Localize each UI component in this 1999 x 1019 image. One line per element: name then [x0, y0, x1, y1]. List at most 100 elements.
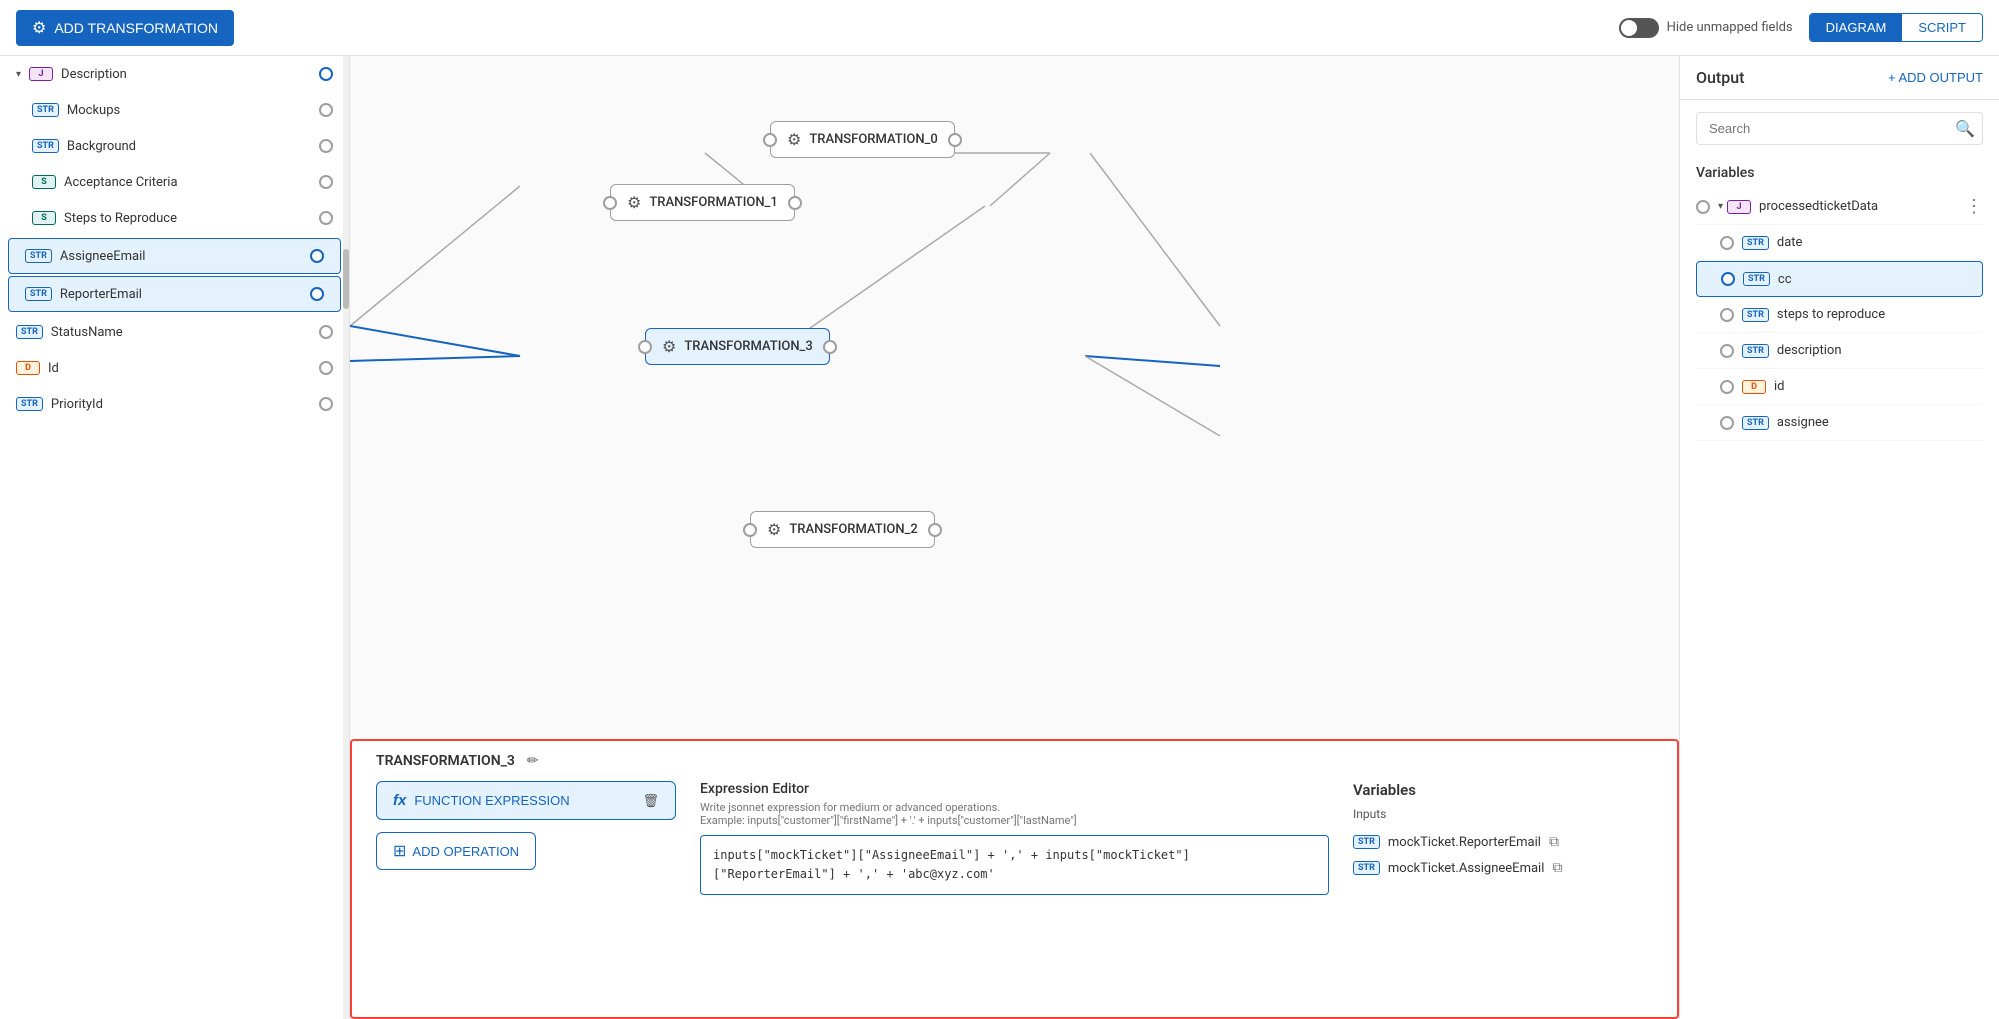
expand-arrow-description[interactable]: ▾	[16, 69, 21, 80]
var-port-assignee[interactable]	[1720, 416, 1734, 430]
field-port-description[interactable]	[319, 67, 333, 81]
var-item-processedticketdata[interactable]: ▾ J processedticketData ⋮	[1696, 189, 1983, 225]
view-tabs: DIAGRAM SCRIPT	[1809, 13, 1983, 42]
search-input[interactable]	[1696, 112, 1983, 145]
expression-editor[interactable]: inputs["mockTicket"]["AssigneeEmail"] + …	[700, 835, 1329, 895]
type-badge-s-str: S	[32, 211, 56, 225]
var-label-description: description	[1777, 343, 1842, 358]
expression-section: Expression Editor Write jsonnet expressi…	[700, 781, 1329, 993]
field-item-acceptance-criteria[interactable]: S Acceptance Criteria	[0, 164, 349, 200]
type-badge-d-id: D	[16, 361, 40, 375]
var-port-id[interactable]	[1720, 380, 1734, 394]
var-menu-processed[interactable]: ⋮	[1965, 196, 1983, 217]
function-expression-label: FUNCTION EXPRESSION	[414, 793, 569, 808]
type-badge-str: STR	[32, 103, 59, 117]
header-right: Hide unmapped fields DIAGRAM SCRIPT	[1619, 13, 1983, 42]
output-title: Output	[1696, 68, 1744, 87]
port-right-t2[interactable]	[928, 523, 942, 537]
port-left-t2[interactable]	[743, 523, 757, 537]
toggle-button[interactable]	[1619, 18, 1659, 38]
node-transformation-2[interactable]: ⚙ TRANSFORMATION_2	[750, 511, 935, 548]
field-port-acceptance-criteria[interactable]	[319, 175, 333, 189]
gear-icon-t0: ⚙	[787, 130, 801, 149]
type-badge-str-assignee-right: STR	[1742, 416, 1769, 430]
field-port-steps-to-reproduce[interactable]	[319, 211, 333, 225]
field-item-priority-id[interactable]: STR PriorityId	[0, 386, 349, 422]
field-port-status-name[interactable]	[319, 325, 333, 339]
field-label-priority-id: PriorityId	[51, 397, 103, 412]
var-port-description[interactable]	[1720, 344, 1734, 358]
bottom-variables-title: Variables	[1353, 781, 1653, 799]
field-item-description[interactable]: ▾ J Description	[0, 56, 349, 92]
gear-icon-t3: ⚙	[662, 337, 676, 356]
field-label-reporter-email: ReporterEmail	[60, 287, 142, 302]
tab-script[interactable]: SCRIPT	[1902, 14, 1982, 41]
edit-icon[interactable]: ✏	[527, 753, 539, 769]
bv-label-assignee-email: mockTicket.AssigneeEmail	[1388, 861, 1544, 876]
field-item-steps-to-reproduce[interactable]: S Steps to Reproduce	[0, 200, 349, 236]
type-badge-str-bv1: STR	[1353, 835, 1380, 849]
var-item-description-right: STR description	[1696, 333, 1983, 369]
variables-title: Variables	[1696, 165, 1983, 181]
field-port-background[interactable]	[319, 139, 333, 153]
plus-icon-op: ⊞	[393, 841, 406, 861]
field-label-steps-to-reproduce: Steps to Reproduce	[64, 211, 177, 226]
header-bar: ⚙ ADD TRANSFORMATION Hide unmapped field…	[0, 0, 1999, 56]
port-right-t3[interactable]	[823, 340, 837, 354]
canvas-area[interactable]: ⚙ TRANSFORMATION_0 ⚙ TRANSFORMATION_1 ⚙ …	[350, 56, 1679, 1019]
port-left-t1[interactable]	[603, 196, 617, 210]
var-port-cc[interactable]	[1721, 272, 1735, 286]
node-transformation-1[interactable]: ⚙ TRANSFORMATION_1	[610, 184, 795, 221]
hide-unmapped-label: Hide unmapped fields	[1667, 20, 1793, 35]
bottom-panel-title: TRANSFORMATION_3	[376, 753, 515, 769]
add-transformation-button[interactable]: ⚙ ADD TRANSFORMATION	[16, 10, 234, 46]
bottom-panel: TRANSFORMATION_3 ✏ fx FUNCTION EXPRESSIO…	[350, 739, 1679, 1019]
var-item-date: STR date	[1696, 225, 1983, 261]
fx-icon: fx	[393, 792, 406, 809]
delete-icon[interactable]: 🗑	[642, 793, 659, 809]
port-right-t0[interactable]	[948, 133, 962, 147]
scrollbar-track	[343, 56, 349, 1019]
type-badge-str-bv2: STR	[1353, 861, 1380, 875]
gear-icon-t2: ⚙	[767, 520, 781, 539]
field-port-priority-id[interactable]	[319, 397, 333, 411]
field-port-id[interactable]	[319, 361, 333, 375]
var-port-date[interactable]	[1720, 236, 1734, 250]
copy-icon-reporter[interactable]: ⧉	[1549, 834, 1559, 850]
port-right-t1[interactable]	[788, 196, 802, 210]
add-operation-button[interactable]: ⊞ ADD OPERATION	[376, 832, 536, 870]
node-transformation-0[interactable]: ⚙ TRANSFORMATION_0	[770, 121, 955, 158]
expand-arrow-processed[interactable]: ▾	[1718, 201, 1723, 212]
bottom-panel-header: TRANSFORMATION_3 ✏	[376, 753, 1653, 769]
field-label-status-name: StatusName	[51, 325, 123, 340]
field-item-reporter-email[interactable]: STR ReporterEmail	[8, 276, 341, 312]
scrollbar-thumb[interactable]	[343, 249, 349, 309]
type-badge-str-steps: STR	[1742, 308, 1769, 322]
bottom-inputs-label: Inputs	[1353, 807, 1653, 821]
search-box: 🔍	[1696, 112, 1983, 145]
field-item-status-name[interactable]: STR StatusName	[0, 314, 349, 350]
copy-icon-assignee[interactable]: ⧉	[1552, 860, 1562, 876]
field-item-assignee-email[interactable]: STR AssigneeEmail	[8, 238, 341, 274]
var-item-assignee-right: STR assignee	[1696, 405, 1983, 441]
tab-diagram[interactable]: DIAGRAM	[1810, 14, 1903, 41]
port-left-t3[interactable]	[638, 340, 652, 354]
add-output-button[interactable]: + ADD OUTPUT	[1888, 70, 1983, 85]
port-left-t0[interactable]	[763, 133, 777, 147]
var-port-processed[interactable]	[1696, 200, 1710, 214]
field-item-background[interactable]: STR Background	[0, 128, 349, 164]
var-label-assignee: assignee	[1777, 415, 1829, 430]
search-icon-button[interactable]: 🔍	[1955, 119, 1975, 139]
field-port-mockups[interactable]	[319, 103, 333, 117]
expr-line2: ["ReporterEmail"] + ',' + 'abc@xyz.com'	[713, 867, 995, 881]
var-port-steps[interactable]	[1720, 308, 1734, 322]
node-transformation-3[interactable]: ⚙ TRANSFORMATION_3	[645, 328, 830, 365]
field-item-mockups[interactable]: STR Mockups	[0, 92, 349, 128]
field-port-assignee-email[interactable]	[310, 249, 324, 263]
field-item-id[interactable]: D Id	[0, 350, 349, 386]
add-operation-label: ADD OPERATION	[412, 844, 519, 859]
function-expression-button[interactable]: fx FUNCTION EXPRESSION 🗑	[376, 781, 676, 820]
field-port-reporter-email[interactable]	[310, 287, 324, 301]
function-section: fx FUNCTION EXPRESSION 🗑 ⊞ ADD OPERATION	[376, 781, 676, 993]
type-badge-str-priority: STR	[16, 397, 43, 411]
